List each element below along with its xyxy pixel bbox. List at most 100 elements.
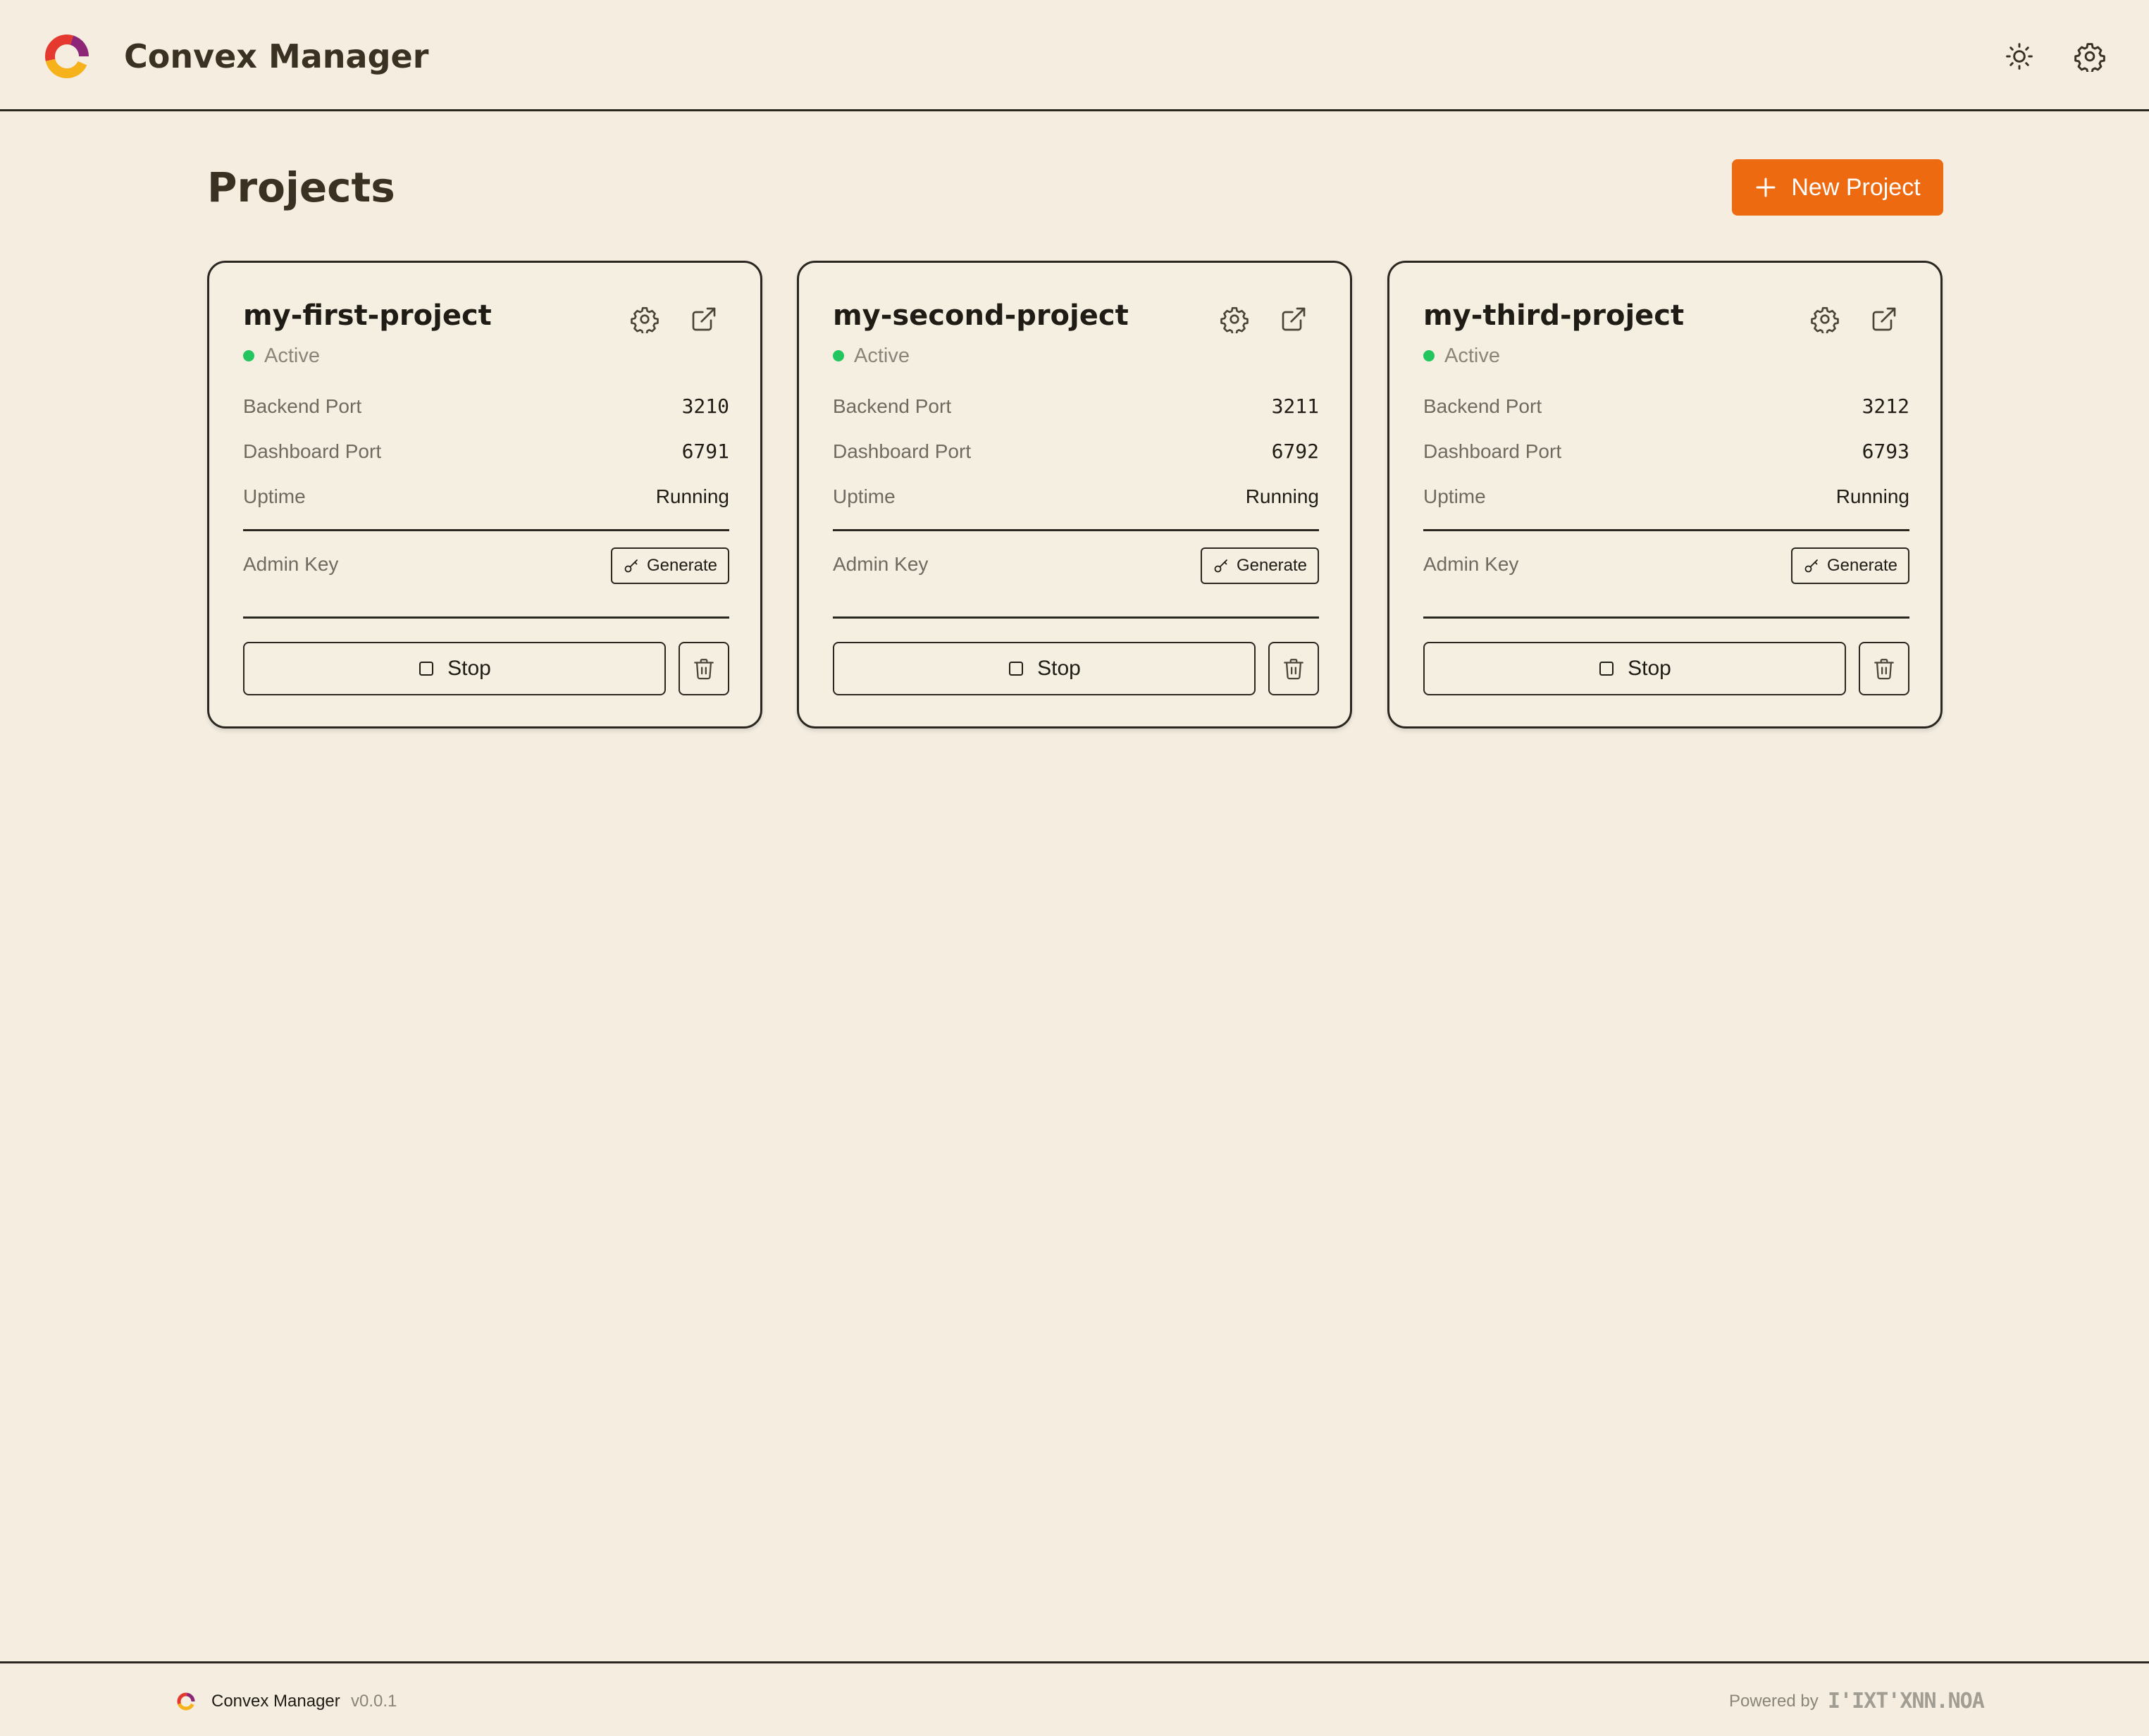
key-icon bbox=[624, 559, 638, 573]
uptime-value: Running bbox=[1245, 485, 1319, 507]
trash-icon bbox=[1284, 659, 1303, 680]
external-link-icon bbox=[1282, 307, 1306, 331]
status-indicator: Active bbox=[833, 342, 910, 370]
project-card: my-third-project Active Backend Port 321… bbox=[1387, 261, 1943, 728]
divider bbox=[1423, 529, 1909, 531]
app-title: Convex Manager bbox=[124, 37, 429, 75]
status-indicator: Active bbox=[243, 342, 320, 370]
plus-icon bbox=[1756, 178, 1776, 197]
app-footer: Convex Manager v0.0.1 Powered by I'IXT'X… bbox=[0, 1661, 2149, 1736]
generate-label: Generate bbox=[1236, 556, 1308, 575]
backend-port-row: Backend Port 3211 bbox=[833, 391, 1319, 422]
stop-label: Stop bbox=[447, 657, 491, 680]
project-settings-button[interactable] bbox=[1220, 305, 1249, 333]
uptime-label: Uptime bbox=[243, 485, 306, 507]
divider bbox=[243, 529, 729, 531]
project-name: my-first-project bbox=[243, 299, 492, 332]
project-name: my-second-project bbox=[833, 299, 1129, 332]
backend-port-label: Backend Port bbox=[1423, 395, 1542, 417]
status-text: Active bbox=[264, 344, 320, 367]
backend-port-label: Backend Port bbox=[243, 395, 362, 417]
project-name: my-third-project bbox=[1423, 299, 1685, 332]
backend-port-value: 3211 bbox=[1271, 395, 1319, 418]
dashboard-port-label: Dashboard Port bbox=[243, 440, 382, 462]
open-dashboard-button[interactable] bbox=[690, 305, 718, 333]
generate-admin-key-button[interactable]: Generate bbox=[1201, 547, 1319, 584]
project-card: my-first-project Active Backend Port 321… bbox=[207, 261, 762, 728]
dashboard-port-value: 6792 bbox=[1271, 440, 1319, 463]
backend-port-value: 3212 bbox=[1862, 395, 1909, 418]
stop-label: Stop bbox=[1037, 657, 1081, 680]
project-settings-button[interactable] bbox=[1811, 305, 1839, 333]
trash-icon bbox=[694, 659, 714, 680]
project-card: my-second-project Active Backend Port 32… bbox=[797, 261, 1352, 728]
new-project-button[interactable]: New Project bbox=[1732, 159, 1943, 216]
project-settings-button[interactable] bbox=[631, 305, 659, 333]
stop-icon bbox=[1009, 662, 1024, 676]
gear-icon bbox=[631, 306, 659, 333]
open-dashboard-button[interactable] bbox=[1280, 305, 1308, 333]
dashboard-port-value: 6791 bbox=[681, 440, 729, 463]
external-link-icon bbox=[1872, 307, 1896, 331]
open-dashboard-button[interactable] bbox=[1870, 305, 1898, 333]
generate-admin-key-button[interactable]: Generate bbox=[1791, 547, 1909, 584]
trash-icon bbox=[1874, 659, 1894, 680]
uptime-value: Running bbox=[655, 485, 729, 507]
dashboard-port-row: Dashboard Port 6793 bbox=[1423, 436, 1909, 467]
new-project-label: New Project bbox=[1791, 173, 1921, 201]
backend-port-label: Backend Port bbox=[833, 395, 952, 417]
delete-project-button[interactable] bbox=[1268, 642, 1319, 695]
settings-button[interactable] bbox=[2074, 41, 2105, 72]
convex-logo-icon bbox=[177, 1692, 195, 1711]
gear-icon bbox=[1220, 306, 1249, 333]
powered-by-logo[interactable]: I'IXT'XNN.NOA bbox=[1828, 1686, 1985, 1717]
theme-toggle-button[interactable] bbox=[2004, 41, 2035, 72]
status-text: Active bbox=[1444, 344, 1500, 367]
status-dot bbox=[833, 350, 844, 361]
uptime-label: Uptime bbox=[1423, 485, 1486, 507]
key-icon bbox=[1804, 559, 1818, 573]
uptime-row: Uptime Running bbox=[833, 481, 1319, 512]
stop-button[interactable]: Stop bbox=[1423, 642, 1846, 695]
powered-by-label: Powered by bbox=[1729, 1692, 1819, 1711]
delete-project-button[interactable] bbox=[1859, 642, 1909, 695]
app-header: Convex Manager bbox=[0, 0, 2149, 111]
delete-project-button[interactable] bbox=[679, 642, 729, 695]
stop-button[interactable]: Stop bbox=[243, 642, 666, 695]
stop-label: Stop bbox=[1628, 657, 1671, 680]
sun-icon bbox=[2006, 43, 2033, 70]
generate-label: Generate bbox=[646, 556, 718, 575]
admin-key-label: Admin Key bbox=[1423, 553, 1519, 575]
stop-icon bbox=[419, 662, 434, 676]
admin-key-label: Admin Key bbox=[833, 553, 929, 575]
dashboard-port-row: Dashboard Port 6791 bbox=[243, 436, 729, 467]
stop-icon bbox=[1599, 662, 1614, 676]
generate-admin-key-button[interactable]: Generate bbox=[611, 547, 729, 584]
backend-port-value: 3210 bbox=[681, 395, 729, 418]
footer-app-name: Convex Manager bbox=[211, 1692, 340, 1711]
uptime-label: Uptime bbox=[833, 485, 896, 507]
status-dot bbox=[1423, 350, 1435, 361]
dashboard-port-row: Dashboard Port 6792 bbox=[833, 436, 1319, 467]
external-link-icon bbox=[692, 307, 716, 331]
stop-button[interactable]: Stop bbox=[833, 642, 1256, 695]
uptime-value: Running bbox=[1835, 485, 1909, 507]
gear-icon bbox=[2074, 43, 2105, 72]
backend-port-row: Backend Port 3212 bbox=[1423, 391, 1909, 422]
dashboard-port-value: 6793 bbox=[1862, 440, 1909, 463]
uptime-row: Uptime Running bbox=[1423, 481, 1909, 512]
convex-logo-icon bbox=[45, 35, 89, 78]
footer-version: v0.0.1 bbox=[351, 1692, 397, 1711]
dashboard-port-label: Dashboard Port bbox=[1423, 440, 1562, 462]
key-icon bbox=[1214, 559, 1227, 573]
divider bbox=[243, 616, 729, 619]
page-title: Projects bbox=[207, 163, 395, 211]
divider bbox=[1423, 616, 1909, 619]
status-text: Active bbox=[854, 344, 910, 367]
dashboard-port-label: Dashboard Port bbox=[833, 440, 972, 462]
generate-label: Generate bbox=[1826, 556, 1898, 575]
gear-icon bbox=[1811, 306, 1839, 333]
status-dot bbox=[243, 350, 254, 361]
backend-port-row: Backend Port 3210 bbox=[243, 391, 729, 422]
status-indicator: Active bbox=[1423, 342, 1500, 370]
